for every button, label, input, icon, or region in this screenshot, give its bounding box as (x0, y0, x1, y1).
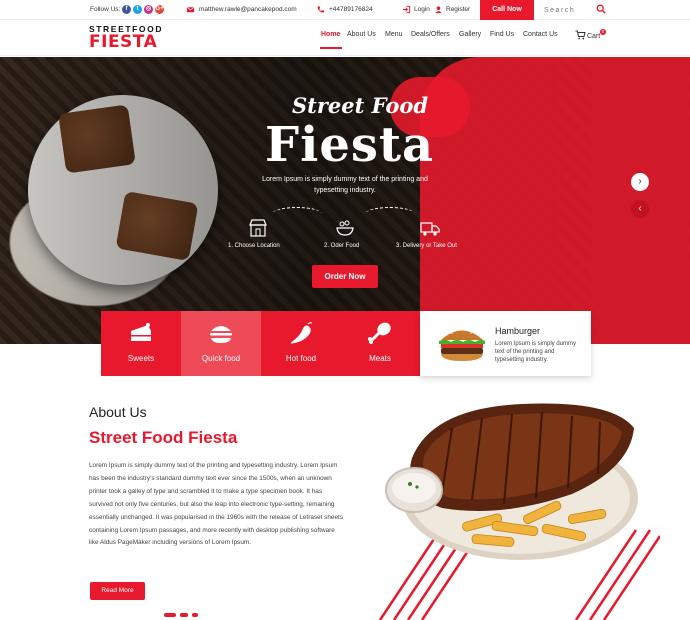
hero-subtitle: Lorem Ipsum is simply dummy text of the … (262, 176, 428, 194)
phone-number[interactable]: +44789176824 (329, 6, 373, 13)
logo-main-text[interactable]: FIESTA (89, 32, 157, 52)
food-bowl-icon (336, 220, 354, 236)
dashed-path-1 (272, 207, 322, 221)
facebook-icon[interactable]: f (122, 5, 131, 14)
category-label: Meats (369, 354, 391, 363)
search-icon[interactable] (596, 4, 606, 14)
about-heading: About Us (89, 404, 147, 420)
nav-home[interactable]: Home (321, 31, 340, 38)
hamburger-image (439, 329, 485, 361)
about-body: Lorem Ipsum is simply dummy text of the … (89, 462, 344, 547)
store-icon (249, 219, 267, 237)
category-quick-food[interactable]: Quick food (181, 311, 261, 376)
step-choose-location: 1. Choose Location (228, 243, 280, 249)
nav-deals-offers[interactable]: Deals/Offers (411, 31, 450, 38)
category-label: Quick food (201, 354, 241, 363)
burger-icon (210, 326, 232, 343)
instagram-icon[interactable]: ◎ (144, 5, 153, 14)
login-link[interactable]: Login (414, 6, 430, 13)
hero-script-title: Street Food (292, 93, 429, 118)
main-header: STREETFOOD FIESTA Home About Us Menu Dea… (0, 20, 690, 56)
call-now-button[interactable]: Call Now (480, 0, 534, 20)
chili-pepper-icon (290, 322, 313, 344)
cake-icon (131, 323, 151, 341)
read-more-button[interactable]: Read More (90, 582, 145, 600)
slider-next-arrow[interactable]: › (631, 173, 649, 191)
nav-contact-us[interactable]: Contact Us (523, 31, 558, 38)
step-delivery: 3. Delivery or Take Out (396, 243, 457, 249)
ribs-plate-image (385, 403, 638, 560)
follow-us-label: Follow Us: (90, 6, 121, 13)
nav-menu[interactable]: Menu (385, 31, 403, 38)
about-title: Street Food Fiesta (89, 428, 238, 447)
email-link[interactable]: matthew.rawle@pancakepod.com (199, 6, 297, 13)
preview-title: Hamburger (495, 326, 541, 336)
cart-label[interactable]: Cart (587, 33, 600, 40)
google-plus-icon[interactable]: G+ (155, 5, 164, 14)
slider-prev-arrow[interactable]: ‹ (631, 200, 649, 218)
login-icon (402, 5, 411, 14)
envelope-icon (186, 6, 195, 13)
search-input[interactable] (544, 3, 590, 17)
user-icon (435, 6, 442, 14)
register-link[interactable]: Register (446, 6, 470, 13)
category-preview-card[interactable]: Hamburger Lorem Ipsum is simply dummy te… (420, 311, 591, 376)
category-label: Hot food (285, 354, 317, 363)
bottom-decoration (164, 613, 198, 617)
cart-icon[interactable] (575, 30, 586, 40)
dashed-path-2 (365, 207, 415, 221)
delivery-truck-icon (420, 222, 440, 236)
top-bar: Follow Us: f t ◎ G+ matthew.rawle@pancak… (0, 0, 690, 20)
nav-gallery[interactable]: Gallery (459, 31, 481, 38)
nav-about-us[interactable]: About Us (347, 31, 376, 38)
cart-count-badge: 0 (600, 29, 606, 35)
hero-slider: Street Food Fiesta Lorem Ipsum is simply… (0, 57, 690, 344)
hero-title: Fiesta (265, 117, 435, 173)
twitter-icon[interactable]: t (133, 5, 142, 14)
category-label: Sweets (127, 354, 155, 363)
phone-icon (317, 6, 324, 13)
nav-active-underline (320, 47, 342, 49)
nav-find-us[interactable]: Find Us (490, 31, 514, 38)
category-meats[interactable]: Meats (340, 311, 420, 376)
category-sweets[interactable]: Sweets (101, 311, 181, 376)
category-hot-food[interactable]: Hot food (261, 311, 341, 376)
step-order-food: 2. Oder Food (324, 243, 360, 249)
order-now-button[interactable]: Order Now (312, 265, 378, 288)
drumstick-icon (368, 322, 391, 344)
preview-description: Lorem Ipsum is simply dummy text of the … (495, 341, 577, 363)
